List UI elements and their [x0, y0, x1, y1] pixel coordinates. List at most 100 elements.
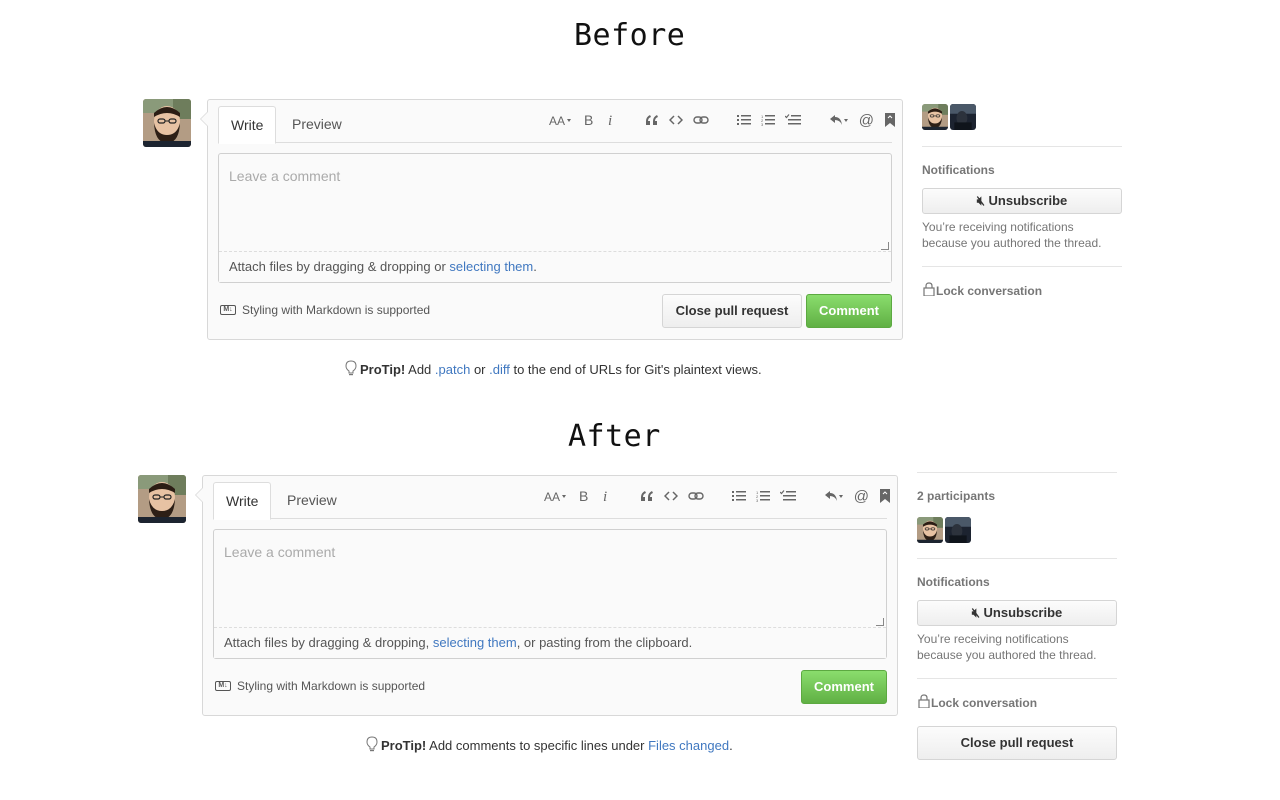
markdown-note[interactable]: M↓ Styling with Markdown is supported: [215, 679, 425, 693]
svg-text:i: i: [603, 489, 607, 503]
attach-suffix: , or pasting from the clipboard.: [516, 635, 693, 650]
comment-placeholder: Leave a comment: [224, 544, 336, 560]
svg-text:3: 3: [756, 498, 759, 502]
unsubscribe-label: Unsubscribe: [983, 605, 1063, 620]
comment-placeholder: Leave a comment: [229, 168, 341, 184]
resize-handle[interactable]: [876, 618, 884, 626]
divider: [922, 146, 1122, 147]
attach-files-bar[interactable]: Attach files by dragging & dropping, sel…: [214, 627, 886, 658]
notifications-reason: You’re receiving notifications because y…: [917, 632, 1097, 662]
notifications-title: Notifications: [917, 575, 990, 589]
avatar[interactable]: [138, 475, 186, 523]
tab-write[interactable]: Write: [218, 106, 277, 144]
bookmark-icon[interactable]: [884, 110, 896, 130]
code-icon[interactable]: [668, 110, 683, 130]
protip-text-1: Add: [405, 362, 435, 377]
text-size-icon[interactable]: AA: [549, 110, 573, 130]
code-icon[interactable]: [663, 486, 678, 506]
participant-avatar[interactable]: [922, 104, 948, 130]
markdown-toolbar: AA B i 123 @: [521, 110, 896, 130]
bold-icon[interactable]: B: [578, 486, 590, 506]
comment-textarea[interactable]: Leave a comment Attach files by dragging…: [213, 529, 887, 659]
bullet-list-icon[interactable]: [736, 110, 751, 130]
text-size-icon[interactable]: AA: [544, 486, 568, 506]
mention-icon[interactable]: @: [854, 486, 869, 506]
unsubscribe-label: Unsubscribe: [988, 193, 1068, 208]
attach-text: Attach files by dragging & dropping,: [224, 635, 433, 650]
resize-handle[interactable]: [881, 242, 889, 250]
lock-icon: [922, 282, 936, 299]
files-changed-link[interactable]: Files changed: [648, 738, 729, 753]
lock-icon: [917, 694, 931, 711]
mention-icon[interactable]: @: [859, 110, 874, 130]
lightbulb-icon: [366, 736, 378, 755]
protip: ProTip! Add comments to specific lines u…: [366, 736, 733, 755]
avatar[interactable]: [143, 99, 191, 147]
comment-form: Write Preview AA B i 123 @ Leave a comme…: [195, 475, 898, 716]
comment-button[interactable]: Comment: [806, 294, 892, 328]
patch-link[interactable]: .patch: [435, 362, 470, 377]
link-icon[interactable]: [693, 110, 709, 130]
protip-label: ProTip!: [360, 362, 406, 377]
quote-icon[interactable]: [640, 486, 654, 506]
notifications-reason: You’re receiving notifications because y…: [922, 220, 1102, 250]
markdown-icon: M↓: [215, 681, 231, 691]
attach-suffix: .: [533, 259, 537, 274]
participant-avatar[interactable]: [950, 104, 976, 130]
divider: [922, 266, 1122, 267]
before-heading: Before: [574, 18, 686, 53]
attach-files-bar[interactable]: Attach files by dragging & dropping or s…: [219, 251, 891, 282]
italic-icon[interactable]: i: [600, 486, 612, 506]
participant-avatars: [922, 104, 978, 130]
participant-avatar[interactable]: [917, 517, 943, 543]
link-icon[interactable]: [688, 486, 704, 506]
tab-preview[interactable]: Preview: [275, 482, 349, 519]
protip: ProTip! Add .patch or .diff to the end o…: [345, 360, 762, 379]
protip-label: ProTip!: [381, 738, 427, 753]
italic-icon[interactable]: i: [605, 110, 617, 130]
quote-icon[interactable]: [645, 110, 659, 130]
bullet-list-icon[interactable]: [731, 486, 746, 506]
unsubscribe-button[interactable]: 🔇︎ Unsubscribe: [922, 188, 1122, 214]
mute-icon: 🔇︎: [971, 605, 980, 620]
protip-text-2: .: [729, 738, 733, 753]
numbered-list-icon[interactable]: 123: [756, 486, 770, 506]
select-files-link[interactable]: selecting them: [433, 635, 517, 650]
select-files-link[interactable]: selecting them: [449, 259, 533, 274]
bookmark-icon[interactable]: [879, 486, 891, 506]
tab-preview[interactable]: Preview: [280, 106, 354, 143]
tab-write[interactable]: Write: [213, 482, 272, 520]
close-pull-request-button[interactable]: Close pull request: [917, 726, 1117, 760]
svg-text:3: 3: [761, 122, 764, 126]
lock-conversation-link[interactable]: Lock conversation: [917, 694, 1037, 711]
comment-textarea[interactable]: Leave a comment Attach files by dragging…: [218, 153, 892, 283]
markdown-note[interactable]: M↓ Styling with Markdown is supported: [220, 303, 430, 317]
divider: [917, 558, 1117, 559]
svg-text:B: B: [579, 489, 588, 503]
unsubscribe-button[interactable]: 🔇︎ Unsubscribe: [917, 600, 1117, 626]
markdown-note-text: Styling with Markdown is supported: [237, 679, 426, 693]
lightbulb-icon: [345, 360, 357, 379]
lock-conversation-link[interactable]: Lock conversation: [922, 282, 1042, 299]
divider: [917, 678, 1117, 679]
lock-label: Lock conversation: [936, 283, 1043, 298]
mute-icon: 🔇︎: [976, 193, 985, 208]
participant-avatar[interactable]: [945, 517, 971, 543]
svg-text:AA: AA: [549, 114, 565, 127]
after-heading: After: [568, 419, 661, 454]
reply-icon[interactable]: [824, 486, 844, 506]
diff-link[interactable]: .diff: [489, 362, 510, 377]
bold-icon[interactable]: B: [583, 110, 595, 130]
numbered-list-icon[interactable]: 123: [761, 110, 775, 130]
protip-text-3: to the end of URLs for Git's plaintext v…: [509, 362, 762, 377]
markdown-note-text: Styling with Markdown is supported: [242, 303, 431, 317]
svg-text:B: B: [584, 113, 593, 127]
comment-form: Write Preview AA B i 123 @ Leave a comme…: [200, 99, 903, 340]
task-list-icon[interactable]: [784, 110, 801, 130]
markdown-toolbar: AA B i 123 @: [516, 486, 891, 506]
markdown-icon: M↓: [220, 305, 236, 315]
reply-icon[interactable]: [829, 110, 849, 130]
comment-button[interactable]: Comment: [801, 670, 887, 704]
close-pull-request-button[interactable]: Close pull request: [662, 294, 802, 328]
task-list-icon[interactable]: [779, 486, 796, 506]
